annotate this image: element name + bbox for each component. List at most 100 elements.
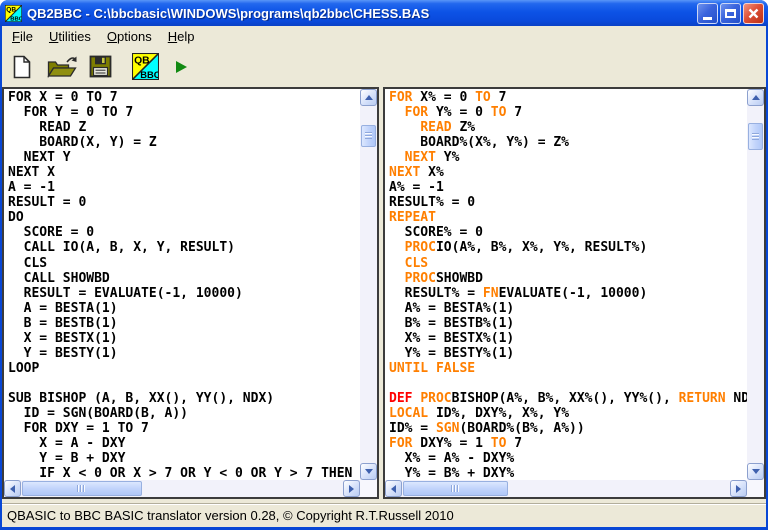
- translate-button[interactable]: QB BBC: [130, 51, 160, 83]
- left-arrow-icon: [391, 485, 396, 493]
- code-line: UNTIL FALSE: [389, 361, 747, 376]
- code-line: ID = SGN(BOARD(B, A)): [8, 406, 360, 421]
- qbasic-source-pane[interactable]: FOR X = 0 TO 7 FOR Y = 0 TO 7 READ Z BOA…: [2, 87, 379, 499]
- code-line: RESULT% = 0: [389, 195, 747, 210]
- bbc-basic-output-pane[interactable]: FOR X% = 0 TO 7 FOR Y% = 0 TO 7 READ Z% …: [383, 87, 766, 499]
- up-arrow-icon: [752, 95, 760, 100]
- code-line: PROCIO(A%, B%, X%, Y%, RESULT%): [389, 240, 747, 255]
- vertical-scrollbar-thumb[interactable]: [748, 123, 763, 150]
- minimize-button[interactable]: [697, 3, 718, 24]
- scroll-down-button[interactable]: [360, 463, 377, 480]
- code-line: A = -1: [8, 180, 360, 195]
- title-bar[interactable]: QB BBC QB2BBC - C:\bbcbasic\WINDOWS\prog…: [0, 0, 768, 26]
- code-line: DO: [8, 210, 360, 225]
- new-file-button[interactable]: [8, 51, 36, 83]
- code-line: RESULT = 0: [8, 195, 360, 210]
- code-line: A% = -1: [389, 180, 747, 195]
- right-arrow-icon: [736, 485, 741, 493]
- run-play-icon: [174, 59, 188, 75]
- code-line: Y% = B% + DXY%: [389, 466, 747, 480]
- app-window: QB BBC QB2BBC - C:\bbcbasic\WINDOWS\prog…: [0, 0, 768, 530]
- app-logo-icon: QB BBC: [5, 5, 22, 22]
- code-line: A = BESTA(1): [8, 301, 360, 316]
- down-arrow-icon: [752, 469, 760, 474]
- scroll-left-button[interactable]: [385, 480, 402, 497]
- code-line: SCORE = 0: [8, 225, 360, 240]
- code-line: CLS: [389, 256, 747, 271]
- code-line: Y = BESTY(1): [8, 346, 360, 361]
- horizontal-scrollbar[interactable]: [385, 480, 747, 497]
- code-line: Y% = BESTY%(1): [389, 346, 747, 361]
- open-file-button[interactable]: [46, 51, 78, 83]
- code-line: READ Z%: [389, 120, 747, 135]
- code-line: FOR Y% = 0 TO 7: [389, 105, 747, 120]
- code-line: IF X < 0 OR X > 7 OR Y < 0 OR Y > 7 THEN: [8, 466, 360, 480]
- code-line: FOR DXY% = 1 TO 7: [389, 436, 747, 451]
- scroll-up-button[interactable]: [360, 89, 377, 106]
- minimize-icon: [703, 17, 712, 20]
- code-line: FOR Y = 0 TO 7: [8, 105, 360, 120]
- maximize-button[interactable]: [720, 3, 741, 24]
- code-line: CALL IO(A, B, X, Y, RESULT): [8, 240, 360, 255]
- code-line: BOARD(X, Y) = Z: [8, 135, 360, 150]
- horizontal-scrollbar-thumb[interactable]: [22, 481, 142, 496]
- menu-help[interactable]: Help: [160, 27, 203, 47]
- code-line: RESULT% = FNEVALUATE(-1, 10000): [389, 286, 747, 301]
- code-line: PROCSHOWBD: [389, 271, 747, 286]
- code-line: SUB BISHOP (A, B, XX(), YY(), NDX): [8, 391, 360, 406]
- save-file-button[interactable]: [86, 51, 114, 83]
- window-title: QB2BBC - C:\bbcbasic\WINDOWS\programs\qb…: [27, 6, 697, 21]
- client-area: File Utilities Options Help: [2, 26, 766, 527]
- scroll-right-button[interactable]: [343, 480, 360, 497]
- new-file-icon: [12, 55, 32, 79]
- close-button[interactable]: [743, 3, 764, 24]
- status-text: QBASIC to BBC BASIC translator version 0…: [7, 508, 454, 523]
- open-folder-icon: [47, 55, 77, 79]
- save-icon: [89, 55, 112, 78]
- code-line: READ Z: [8, 120, 360, 135]
- code-line: NEXT X: [8, 165, 360, 180]
- left-arrow-icon: [10, 485, 15, 493]
- svg-text:BBC: BBC: [10, 16, 22, 21]
- menu-file[interactable]: File: [4, 27, 41, 47]
- code-line: LOCAL ID%, DXY%, X%, Y%: [389, 406, 747, 421]
- bbc-code-content[interactable]: FOR X% = 0 TO 7 FOR Y% = 0 TO 7 READ Z% …: [385, 89, 747, 480]
- code-line: REPEAT: [389, 210, 747, 225]
- code-line: NEXT X%: [389, 165, 747, 180]
- qbasic-code-content[interactable]: FOR X = 0 TO 7 FOR Y = 0 TO 7 READ Z BOA…: [4, 89, 360, 480]
- menu-options[interactable]: Options: [99, 27, 160, 47]
- vertical-scrollbar[interactable]: [360, 89, 377, 480]
- down-arrow-icon: [365, 469, 373, 474]
- horizontal-scrollbar[interactable]: [4, 480, 360, 497]
- code-line: RESULT = EVALUATE(-1, 10000): [8, 286, 360, 301]
- code-line: X% = A% - DXY%: [389, 451, 747, 466]
- scrollbar-corner: [747, 480, 764, 497]
- scroll-up-button[interactable]: [747, 89, 764, 106]
- right-arrow-icon: [349, 485, 354, 493]
- code-line: X% = BESTX%(1): [389, 331, 747, 346]
- code-line: [389, 376, 747, 391]
- code-line: ID% = SGN(BOARD%(B%, A%)): [389, 421, 747, 436]
- svg-text:BBC: BBC: [140, 70, 159, 80]
- close-icon: [748, 8, 759, 19]
- scroll-down-button[interactable]: [747, 463, 764, 480]
- code-line: NEXT Y%: [389, 150, 747, 165]
- scroll-right-button[interactable]: [730, 480, 747, 497]
- run-button[interactable]: [170, 51, 192, 83]
- horizontal-scrollbar-thumb[interactable]: [403, 481, 508, 496]
- code-line: CLS: [8, 256, 360, 271]
- up-arrow-icon: [365, 95, 373, 100]
- code-line: DEF PROCBISHOP(A%, B%, XX%(), YY%(), RET…: [389, 391, 747, 406]
- vertical-scrollbar-thumb[interactable]: [361, 125, 376, 147]
- code-line: FOR X = 0 TO 7: [8, 90, 360, 105]
- code-line: BOARD%(X%, Y%) = Z%: [389, 135, 747, 150]
- toolbar: QB BBC: [2, 47, 766, 86]
- qb2bbc-logo-icon: QB BBC: [132, 53, 159, 80]
- code-line: A% = BESTA%(1): [389, 301, 747, 316]
- code-line: NEXT Y: [8, 150, 360, 165]
- vertical-scrollbar[interactable]: [747, 89, 764, 480]
- code-line: [8, 376, 360, 391]
- scroll-left-button[interactable]: [4, 480, 21, 497]
- menu-utilities[interactable]: Utilities: [41, 27, 99, 47]
- menu-bar: File Utilities Options Help: [2, 26, 766, 47]
